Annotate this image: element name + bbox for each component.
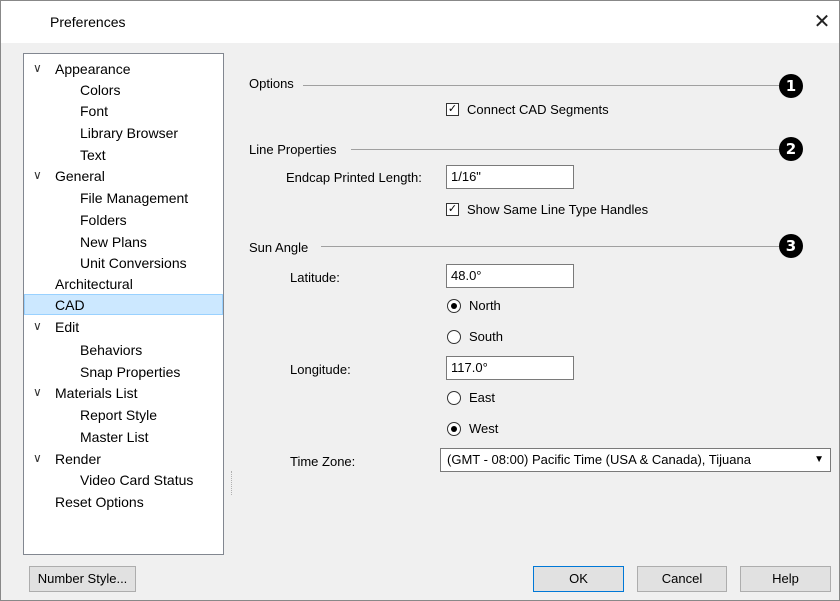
latitude-input[interactable]: 48.0° [446,264,574,288]
endcap-printed-length-input[interactable]: 1/16" [446,165,574,189]
cancel-button[interactable]: Cancel [637,566,727,592]
longitude-label: Longitude: [290,362,351,377]
splitter-grip[interactable] [231,471,234,495]
north-radio[interactable] [447,299,461,313]
time-zone-selected-value: (GMT - 08:00) Pacific Time (USA & Canada… [447,452,751,467]
connect-cad-segments-checkbox[interactable]: ✓ [446,103,459,116]
chevron-down-icon[interactable]: ∨ [33,385,45,405]
sun-angle-heading: Sun Angle [249,240,309,255]
show-same-line-type-handles-checkbox[interactable]: ✓ [446,203,459,216]
endcap-printed-length-label: Endcap Printed Length: [286,170,422,185]
close-icon[interactable]: ✕ [807,7,837,37]
callout-badge-3: 3 [779,234,803,258]
help-button[interactable]: Help [740,566,831,592]
line-properties-divider [351,149,779,150]
connect-cad-segments-label: Connect CAD Segments [467,102,609,117]
east-radio[interactable] [447,391,461,405]
tree-item-text[interactable]: Text [80,145,106,165]
tree-item-file-management[interactable]: File Management [80,188,188,208]
tree-item-behaviors[interactable]: Behaviors [80,340,142,360]
options-heading: Options [249,76,294,91]
north-radio-label: North [469,298,501,313]
chevron-down-icon[interactable]: ∨ [33,319,45,339]
tree-item-render[interactable]: Render [55,449,101,469]
west-radio[interactable] [447,422,461,436]
window-title: Preferences [50,14,126,30]
title-bar: Preferences ✕ [1,1,839,43]
tree-item-reset-options[interactable]: Reset Options [55,492,144,512]
tree-item-colors[interactable]: Colors [80,80,120,100]
tree-item-edit[interactable]: Edit [55,317,79,337]
show-same-line-type-handles-label: Show Same Line Type Handles [467,202,649,217]
options-divider [303,85,779,86]
time-zone-select[interactable]: (GMT - 08:00) Pacific Time (USA & Canada… [440,448,831,472]
tree-item-unit-conversions[interactable]: Unit Conversions [80,253,187,273]
tree-item-appearance[interactable]: Appearance [55,59,131,79]
tree-item-new-plans[interactable]: New Plans [80,232,147,252]
tree-item-general[interactable]: General [55,166,105,186]
chevron-down-icon[interactable]: ∨ [33,61,45,81]
tree-item-report-style[interactable]: Report Style [80,405,157,425]
tree-item-cad[interactable]: CAD [55,295,85,315]
latitude-label: Latitude: [290,270,340,285]
west-radio-label: West [469,421,499,436]
time-zone-label: Time Zone: [290,454,356,469]
tree-item-architectural[interactable]: Architectural [55,274,133,294]
sun-angle-divider [321,246,779,247]
longitude-input[interactable]: 117.0° [446,356,574,380]
ok-button[interactable]: OK [533,566,624,592]
tree-item-font[interactable]: Font [80,101,108,121]
tree-item-folders[interactable]: Folders [80,210,127,230]
tree-item-snap-properties[interactable]: Snap Properties [80,362,180,382]
tree-item-video-card-status[interactable]: Video Card Status [80,470,193,490]
tree-item-master-list[interactable]: Master List [80,427,148,447]
tree-selection-highlight [24,294,223,315]
tree-item-materials-list[interactable]: Materials List [55,383,137,403]
east-radio-label: East [469,390,496,405]
number-style-button[interactable]: Number Style... [29,566,136,592]
tree-item-library-browser[interactable]: Library Browser [80,123,178,143]
south-radio[interactable] [447,330,461,344]
callout-badge-2: 2 [779,137,803,161]
chevron-down-icon[interactable]: ∨ [33,168,45,188]
callout-badge-1: 1 [779,74,803,98]
south-radio-label: South [469,329,503,344]
line-properties-heading: Line Properties [249,142,337,157]
preferences-dialog: Preferences ✕ ∨ Appearance Colors Font L… [0,0,840,601]
chevron-down-icon[interactable]: ∨ [33,451,45,471]
dropdown-arrow-icon[interactable]: ▼ [814,452,824,468]
